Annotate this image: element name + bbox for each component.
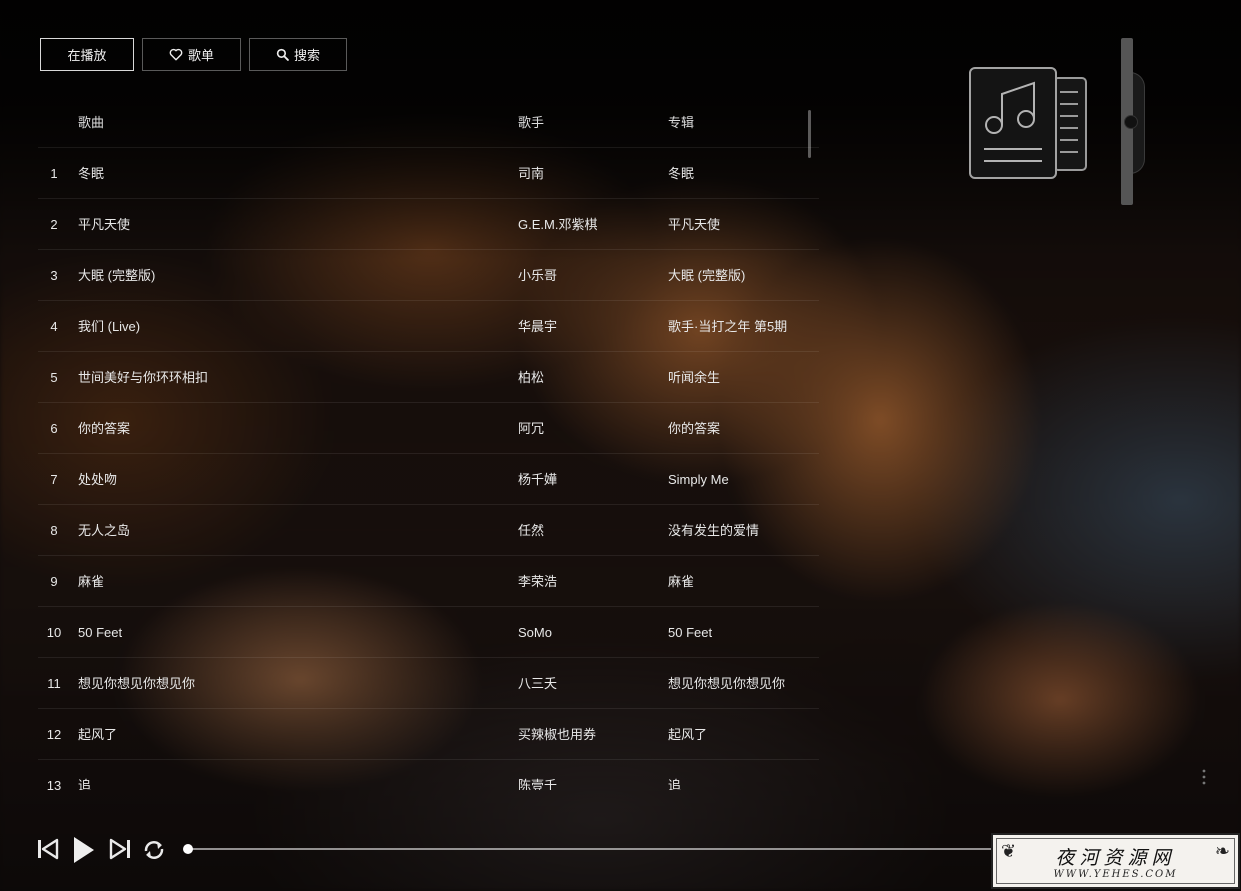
song-title: 麻雀	[78, 574, 105, 589]
repeat-icon[interactable]	[142, 839, 166, 864]
play-icon[interactable]	[73, 836, 95, 867]
album-name: Simply Me	[668, 472, 729, 487]
now-playing-label: 在播放	[67, 48, 107, 63]
album-name: 大眠 (完整版)	[668, 268, 746, 283]
song-title: 起风了	[78, 727, 118, 742]
album-name: 你的答案	[668, 421, 721, 436]
table-row[interactable]: 1 冬眠 司南 冬眠	[38, 148, 819, 199]
track-number: 12	[46, 727, 62, 742]
table-row[interactable]: 12 起风了 买辣椒也用券 起风了	[38, 709, 819, 760]
track-number: 5	[50, 370, 58, 385]
song-title: 你的答案	[78, 421, 131, 436]
table-row[interactable]: 9 麻雀 李荣浩 麻雀	[38, 556, 819, 607]
table-row[interactable]: 2 平凡天使 G.E.M.邓紫棋 平凡天使	[38, 199, 819, 250]
track-number: 4	[50, 319, 58, 334]
list-scrollbar[interactable]	[808, 110, 811, 158]
track-number: 10	[46, 625, 62, 640]
song-title: 50 Feet	[78, 625, 123, 640]
artist-name: 阿冗	[518, 421, 545, 436]
track-number: 2	[50, 217, 58, 232]
album-name: 没有发生的爱情	[668, 523, 760, 538]
table-row[interactable]: 7 处处吻 杨千嬅 Simply Me	[38, 454, 819, 505]
table-row[interactable]: 3 大眠 (完整版) 小乐哥 大眠 (完整版)	[38, 250, 819, 301]
track-number: 13	[46, 778, 62, 790]
table-row[interactable]: 13 追 陈壹千 追	[38, 760, 819, 790]
track-number: 9	[50, 574, 58, 589]
progress-handle[interactable]	[183, 844, 193, 854]
column-song: 歌曲	[78, 115, 105, 130]
song-title: 无人之岛	[78, 523, 131, 538]
artist-name: 司南	[518, 166, 545, 181]
album-name: 歌手·当打之年 第5期	[668, 319, 788, 334]
album-name: 想见你想见你想见你	[668, 676, 786, 691]
table-row[interactable]: 6 你的答案 阿冗 你的答案	[38, 403, 819, 454]
album-name: 麻雀	[668, 574, 695, 589]
music-note-icon	[968, 66, 1090, 185]
column-artist: 歌手	[518, 115, 545, 130]
song-title: 追	[78, 778, 92, 790]
song-title: 冬眠	[78, 166, 105, 181]
track-number: 7	[50, 472, 58, 487]
artist-name: SoMo	[518, 625, 552, 640]
track-number: 1	[50, 166, 58, 181]
table-row[interactable]: 4 我们 (Live) 华晨宇 歌手·当打之年 第5期	[38, 301, 819, 352]
skip-forward-icon[interactable]	[109, 836, 131, 865]
playlist-label: 歌单	[187, 48, 214, 63]
now-playing-button[interactable]: 在播放	[40, 38, 134, 71]
playlist-button[interactable]: 歌单	[142, 38, 241, 71]
album-name: 50 Feet	[668, 625, 713, 640]
album-name: 起风了	[668, 727, 708, 742]
artist-name: 八三夭	[518, 676, 558, 691]
table-row[interactable]: 10 50 Feet SoMo 50 Feet	[38, 607, 819, 658]
track-number: 8	[50, 523, 58, 538]
artist-name: 小乐哥	[518, 268, 558, 283]
album-name: 平凡天使	[668, 217, 721, 232]
song-title: 我们 (Live)	[78, 319, 141, 334]
song-title: 平凡天使	[78, 217, 131, 232]
more-icon[interactable]	[1200, 768, 1208, 789]
music-player: 在播放 歌单 搜索 歌曲 歌手 专辑 1 冬眠 司南 冬眠 2 平凡天使 G.E.M.邓紫棋…	[0, 0, 1241, 891]
artist-name: 陈壹千	[518, 778, 558, 790]
song-title: 处处吻	[78, 472, 118, 487]
song-title: 大眠 (完整版)	[78, 268, 156, 283]
search-label: 搜索	[293, 48, 320, 63]
artist-name: 柏松	[518, 370, 545, 385]
artist-name: G.E.M.邓紫棋	[518, 217, 598, 232]
watermark-url: WWW.YEHES.COM	[1053, 869, 1178, 880]
artist-name: 买辣椒也用券	[518, 727, 597, 742]
table-row[interactable]: 8 无人之岛 任然 没有发生的爱情	[38, 505, 819, 556]
list-header: 歌曲 歌手 专辑	[38, 97, 819, 148]
watermark-badge: ❦ ❧ 夜河资源网 WWW.YEHES.COM	[991, 833, 1240, 889]
table-row[interactable]: 11 想见你想见你想见你 八三夭 想见你想见你想见你	[38, 658, 819, 709]
record-spindle	[1124, 115, 1138, 129]
track-number: 6	[50, 421, 58, 436]
album-name: 听闻余生	[668, 370, 721, 385]
song-list: 歌曲 歌手 专辑 1 冬眠 司南 冬眠 2 平凡天使 G.E.M.邓紫棋 平凡天使 3 大眠 (完…	[38, 97, 819, 790]
artist-name: 华晨宇	[518, 319, 558, 334]
album-name: 追	[668, 778, 682, 790]
artist-name: 杨千嬅	[518, 472, 558, 487]
track-number: 11	[47, 676, 61, 691]
artist-name: 任然	[518, 523, 545, 538]
artist-name: 李荣浩	[518, 574, 558, 589]
track-number: 3	[50, 268, 58, 283]
skip-back-icon[interactable]	[37, 836, 59, 865]
search-icon	[276, 48, 289, 61]
song-title: 想见你想见你想见你	[78, 676, 196, 691]
song-title: 世间美好与你环环相扣	[78, 370, 209, 385]
heart-icon	[169, 48, 183, 61]
album-name: 冬眠	[668, 166, 695, 181]
column-album: 专辑	[668, 115, 695, 130]
watermark-title: 夜河资源网	[1055, 847, 1176, 869]
table-row[interactable]: 5 世间美好与你环环相扣 柏松 听闻余生	[38, 352, 819, 403]
search-button[interactable]: 搜索	[249, 38, 347, 71]
